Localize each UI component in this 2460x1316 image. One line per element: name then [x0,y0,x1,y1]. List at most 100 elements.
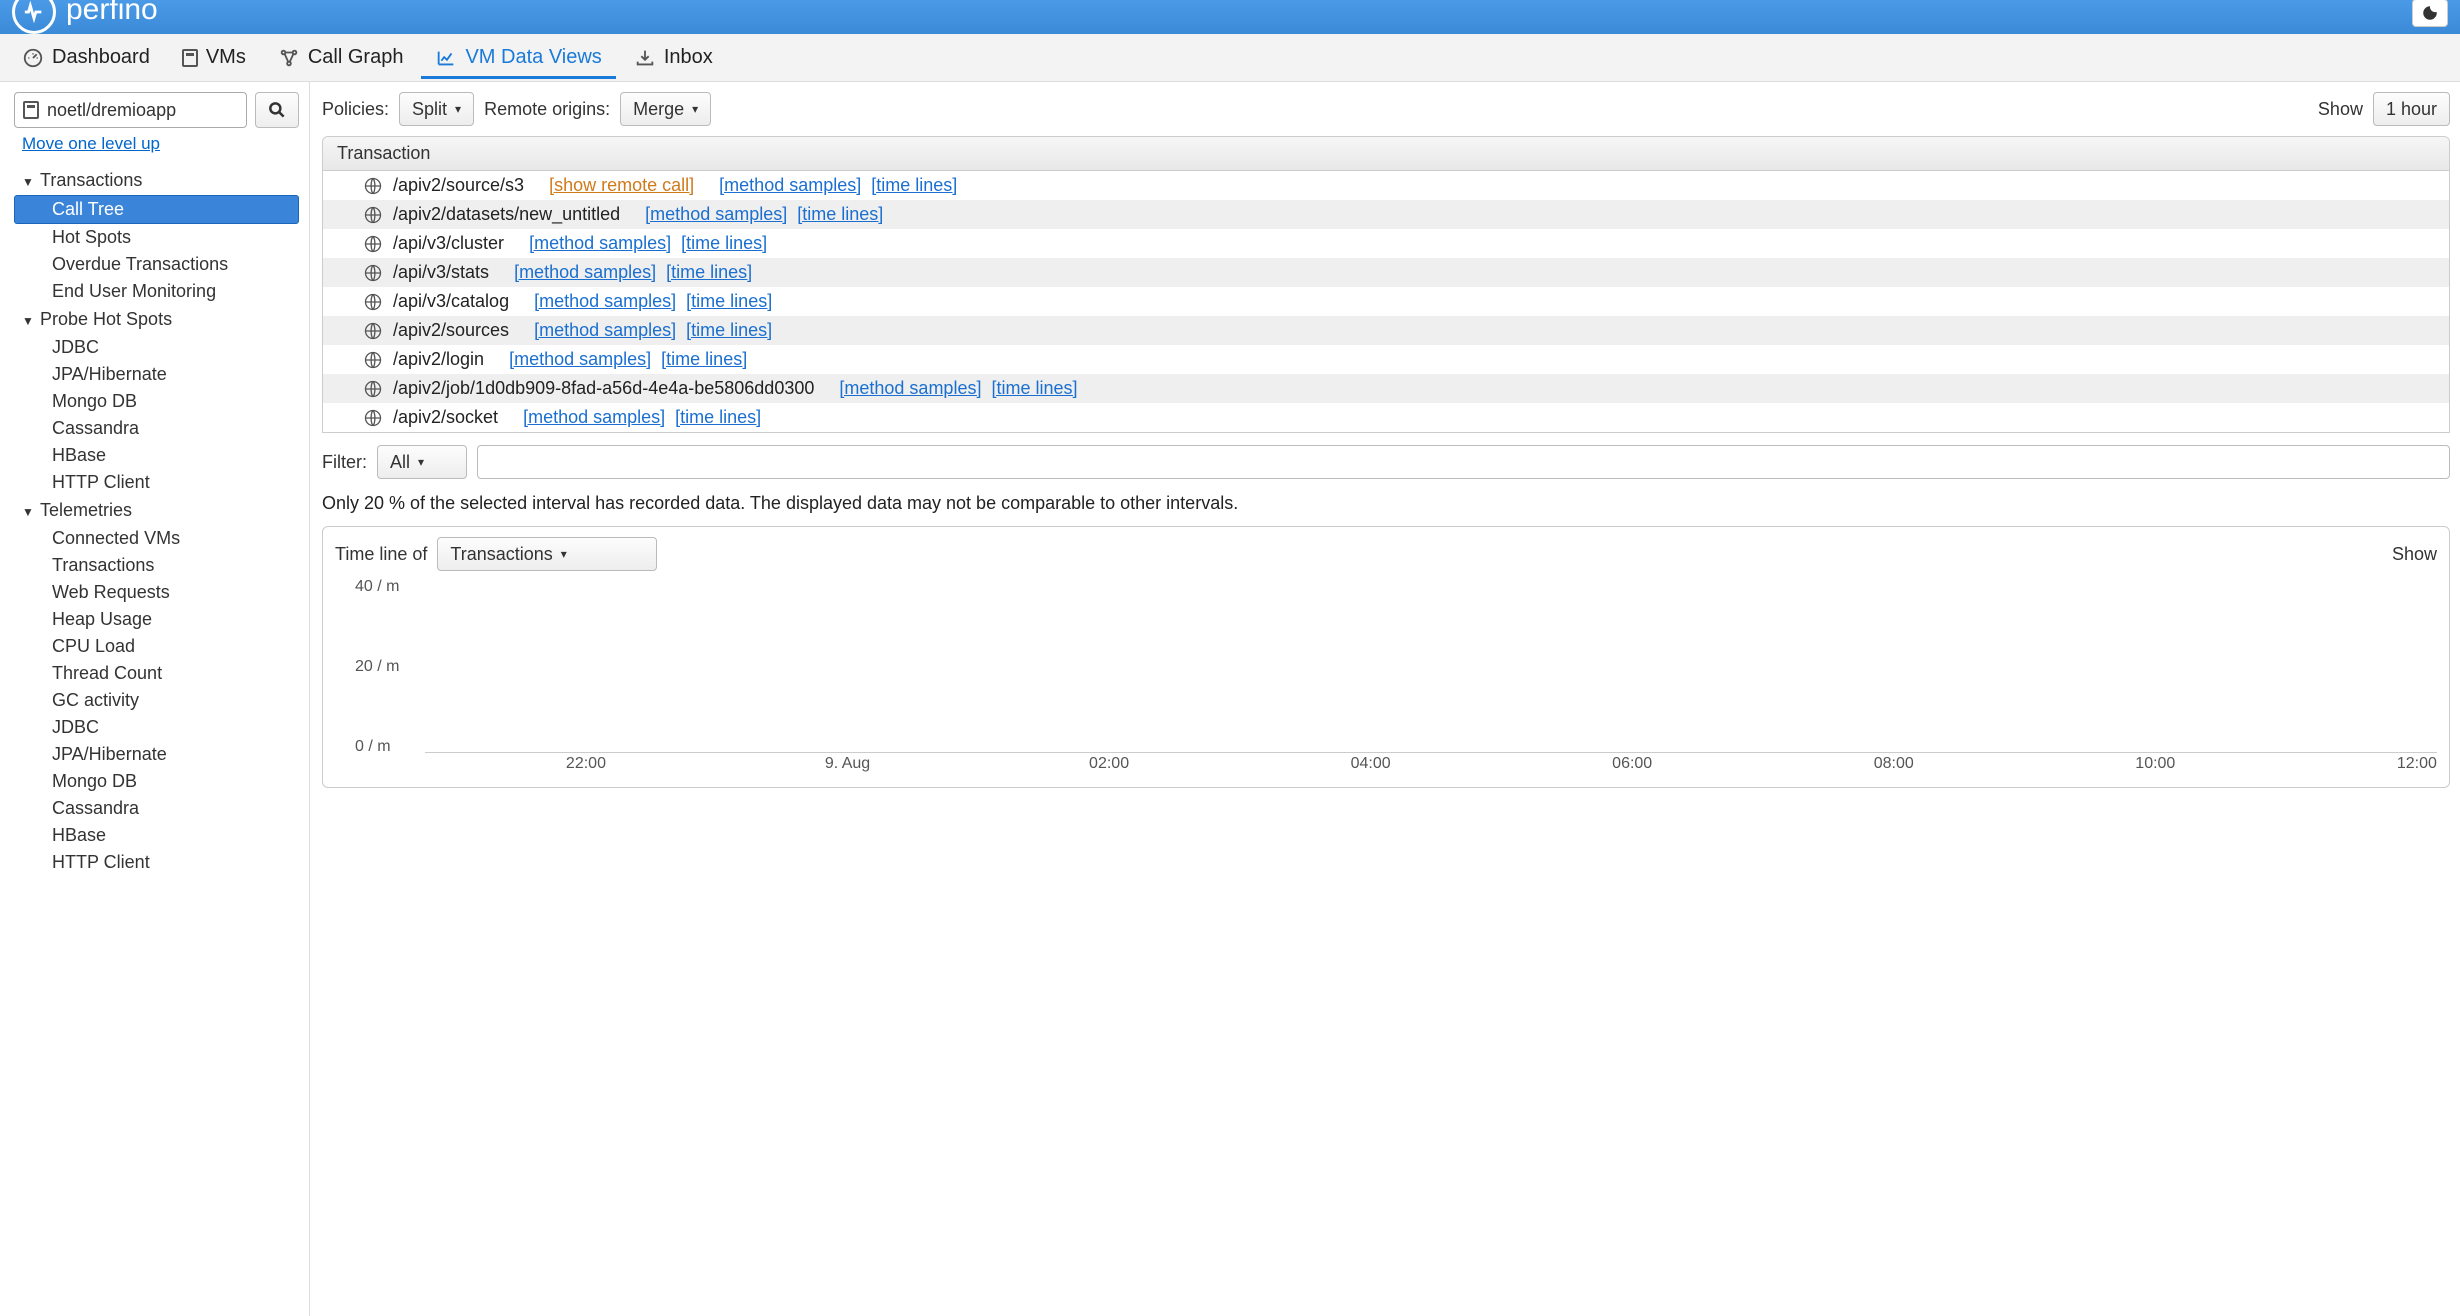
transaction-row[interactable]: /apiv2/datasets/new_untitled [method sam… [323,200,2449,229]
method-samples-link[interactable]: [method samples] [719,175,861,196]
time-lines-link[interactable]: [time lines] [991,378,1077,399]
globe-icon [363,379,383,399]
tree-item[interactable]: GC activity [14,687,299,714]
time-lines-link[interactable]: [time lines] [666,262,752,283]
chart-plot-area[interactable] [425,577,2437,753]
transaction-row[interactable]: /api/v3/stats [method samples] [time lin… [323,258,2449,287]
timeline-select[interactable]: Transactions ▾ [437,537,657,571]
server-icon [23,101,39,119]
tab-label: Call Graph [308,46,404,69]
transaction-table: Transaction /apiv2/source/s3 [show remot… [322,136,2450,433]
search-icon [267,100,287,120]
tab-inbox[interactable]: Inbox [620,36,727,79]
tab-call-graph[interactable]: Call Graph [264,36,418,79]
tab-dashboard[interactable]: Dashboard [8,36,164,79]
show-range-select[interactable]: 1 hour [2373,92,2450,126]
sidebar-tree: TransactionsCall TreeHot SpotsOverdue Tr… [14,166,299,876]
transaction-row[interactable]: /apiv2/job/1d0db909-8fad-a56d-4e4a-be580… [323,374,2449,403]
time-lines-link[interactable]: [time lines] [797,204,883,225]
tree-item[interactable]: Connected VMs [14,525,299,552]
show-remote-call-link[interactable]: [show remote call] [549,175,694,196]
tree-item[interactable]: Cassandra [14,415,299,442]
method-samples-link[interactable]: [method samples] [534,291,676,312]
tree-item[interactable]: Mongo DB [14,768,299,795]
main-panel: Policies: Split ▾ Remote origins: Merge … [310,82,2460,1316]
method-samples-link[interactable]: [method samples] [509,349,651,370]
show-label: Show [2318,99,2363,120]
time-lines-link[interactable]: [time lines] [686,320,772,341]
method-samples-link[interactable]: [method samples] [534,320,676,341]
filter-select[interactable]: All ▾ [377,445,467,479]
gauge-icon [22,47,44,69]
transaction-path: /apiv2/socket [393,407,498,428]
policies-select[interactable]: Split ▾ [399,92,474,126]
tab-label: Inbox [664,46,713,69]
time-lines-link[interactable]: [time lines] [675,407,761,428]
transaction-row[interactable]: /api/v3/catalog [method samples] [time l… [323,287,2449,316]
tab-vms[interactable]: VMs [168,36,260,79]
topbar: perfino [0,0,2460,34]
move-up-link[interactable]: Move one level up [22,134,160,154]
method-samples-link[interactable]: [method samples] [523,407,665,428]
transaction-path: /apiv2/datasets/new_untitled [393,204,620,225]
time-lines-link[interactable]: [time lines] [871,175,957,196]
tree-item[interactable]: Cassandra [14,795,299,822]
tree-item[interactable]: Hot Spots [14,224,299,251]
tree-item[interactable]: Heap Usage [14,606,299,633]
time-lines-link[interactable]: [time lines] [681,233,767,254]
transaction-header: Transaction [323,137,2449,171]
brand-text: perfino [66,0,158,27]
method-samples-link[interactable]: [method samples] [514,262,656,283]
brand-icon [12,0,56,34]
filter-input[interactable] [477,445,2450,479]
tree-item[interactable]: Call Tree [14,195,299,224]
tree-item[interactable]: HBase [14,822,299,849]
tree-group-header[interactable]: Probe Hot Spots [14,305,299,334]
tree-item[interactable]: Thread Count [14,660,299,687]
tree-item[interactable]: Transactions [14,552,299,579]
tree-item[interactable]: HBase [14,442,299,469]
x-axis-tick: 12:00 [2397,755,2437,773]
remote-origins-select[interactable]: Merge ▾ [620,92,711,126]
brand: perfino [12,0,158,34]
theme-toggle-button[interactable] [2412,0,2448,27]
tab-vm-data-views[interactable]: VM Data Views [421,36,615,79]
x-axis-tick: 9. Aug [825,755,870,773]
chart-icon [435,47,457,69]
tree-item[interactable]: Overdue Transactions [14,251,299,278]
method-samples-link[interactable]: [method samples] [645,204,787,225]
transaction-row[interactable]: /apiv2/login [method samples] [time line… [323,345,2449,374]
search-button[interactable] [255,92,299,128]
transaction-path: /apiv2/login [393,349,484,370]
x-axis-tick: 04:00 [1351,755,1391,773]
tree-group-header[interactable]: Transactions [14,166,299,195]
tree-item[interactable]: HTTP Client [14,469,299,496]
chevron-down-icon [22,500,36,521]
tree-item[interactable]: End User Monitoring [14,278,299,305]
transaction-row[interactable]: /apiv2/sources [method samples] [time li… [323,316,2449,345]
globe-icon [363,176,383,196]
x-axis-tick: 08:00 [1874,755,1914,773]
tree-item[interactable]: Web Requests [14,579,299,606]
tree-item[interactable]: JPA/Hibernate [14,741,299,768]
timeline-value: Transactions [450,544,552,565]
tree-group-header[interactable]: Telemetries [14,496,299,525]
y-axis-tick: 40 / m [355,578,399,596]
method-samples-link[interactable]: [method samples] [839,378,981,399]
graph-icon [278,47,300,69]
time-lines-link[interactable]: [time lines] [686,291,772,312]
transaction-path: /apiv2/source/s3 [393,175,524,196]
tree-item[interactable]: HTTP Client [14,849,299,876]
transaction-row[interactable]: /apiv2/source/s3 [show remote call] [met… [323,171,2449,200]
transaction-row[interactable]: /api/v3/cluster [method samples] [time l… [323,229,2449,258]
tree-item[interactable]: JPA/Hibernate [14,361,299,388]
transaction-path: /apiv2/job/1d0db909-8fad-a56d-4e4a-be580… [393,378,814,399]
method-samples-link[interactable]: [method samples] [529,233,671,254]
time-lines-link[interactable]: [time lines] [661,349,747,370]
transaction-row[interactable]: /apiv2/socket [method samples] [time lin… [323,403,2449,432]
tree-item[interactable]: JDBC [14,334,299,361]
path-input[interactable]: noetl/dremioapp [14,92,247,128]
tree-item[interactable]: Mongo DB [14,388,299,415]
tree-item[interactable]: JDBC [14,714,299,741]
tree-item[interactable]: CPU Load [14,633,299,660]
